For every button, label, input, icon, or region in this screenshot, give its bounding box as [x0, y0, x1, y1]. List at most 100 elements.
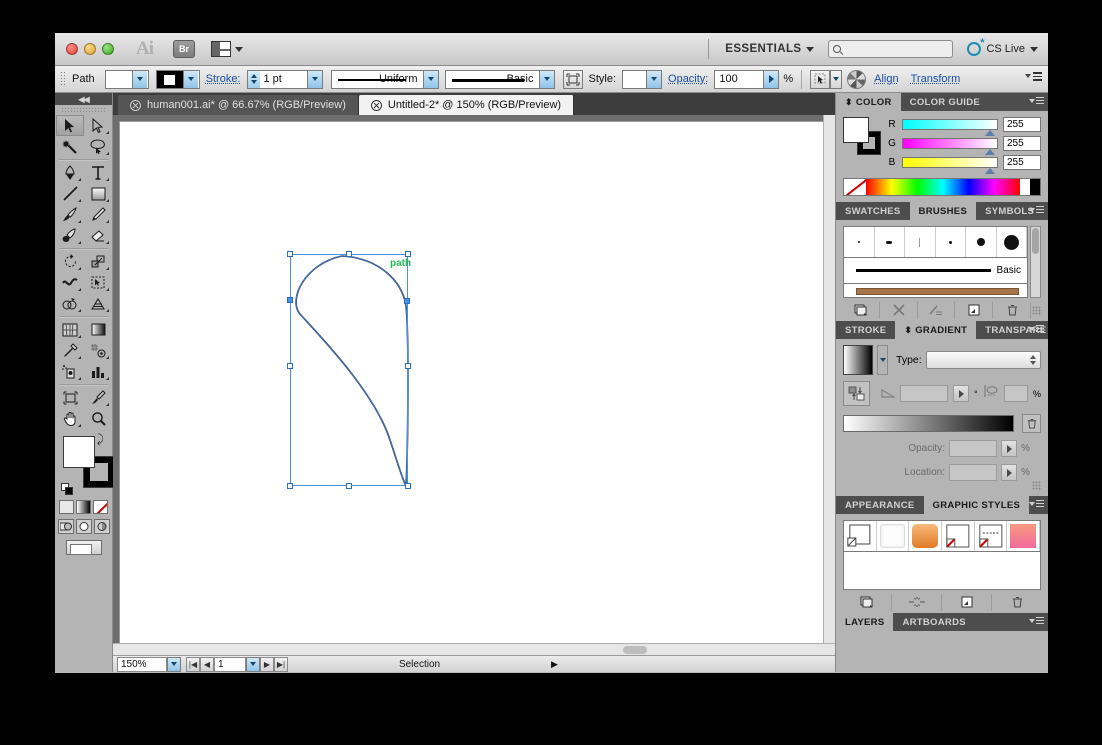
bbox-handle-mr[interactable]: [405, 363, 411, 369]
gradient-preview-swatch[interactable]: [843, 345, 873, 375]
brushes-scrollbar[interactable]: [1030, 226, 1041, 298]
tool-hand[interactable]: [56, 408, 84, 429]
white-swatch[interactable]: [1020, 179, 1030, 195]
tool-line-segment[interactable]: [56, 183, 84, 204]
tab-appearance[interactable]: APPEARANCE: [836, 496, 924, 514]
workspace-switcher[interactable]: ESSENTIALS: [708, 39, 815, 59]
tool-slice[interactable]: [84, 387, 112, 408]
brush-preset[interactable]: [966, 227, 997, 257]
zoom-level-field[interactable]: 150%: [117, 656, 167, 672]
color-panel-menu-button[interactable]: [1028, 97, 1044, 105]
width-profile-arrow[interactable]: [422, 70, 438, 88]
first-artboard-button[interactable]: |◀: [186, 656, 200, 672]
close-window-button[interactable]: [66, 43, 78, 55]
tool-magic-wand[interactable]: [56, 136, 84, 157]
anchor-point-left[interactable]: [287, 297, 293, 303]
green-slider[interactable]: [902, 138, 998, 155]
tool-selection[interactable]: [56, 115, 84, 136]
break-link-to-style-button[interactable]: [893, 593, 942, 611]
tool-lasso[interactable]: [84, 136, 112, 157]
bbox-handle-br[interactable]: [405, 483, 411, 489]
close-icon[interactable]: [130, 99, 141, 111]
new-brush-button[interactable]: [956, 301, 994, 319]
gradient-opacity-dropdown[interactable]: [1001, 440, 1017, 457]
vertical-scrollbar[interactable]: [823, 115, 835, 643]
artboard-dropdown[interactable]: [246, 656, 260, 672]
tool-blend[interactable]: [84, 340, 112, 361]
gradient-type-select[interactable]: [925, 351, 1041, 369]
close-icon[interactable]: [370, 99, 382, 111]
draw-inside-button[interactable]: [93, 519, 110, 534]
tools-panel-grip[interactable]: [61, 107, 106, 114]
tab-swatches[interactable]: SWATCHES: [836, 202, 910, 220]
tool-blob-brush[interactable]: [56, 225, 84, 246]
artboard-number-field[interactable]: 1: [214, 656, 246, 672]
tool-gradient[interactable]: [84, 319, 112, 340]
opacity-label[interactable]: Opacity:: [668, 73, 708, 85]
align-link[interactable]: Align: [874, 73, 898, 85]
fill-dropdown-arrow[interactable]: [131, 70, 147, 88]
graphic-style-item[interactable]: [909, 521, 943, 551]
tool-type[interactable]: [84, 162, 112, 183]
tool-pen[interactable]: [56, 162, 84, 183]
tool-rotate[interactable]: [56, 251, 84, 272]
zoom-level-dropdown[interactable]: [167, 656, 181, 672]
tool-zoom[interactable]: [84, 408, 112, 429]
gradient-location-dropdown[interactable]: [1001, 464, 1017, 481]
fill-color-picker[interactable]: [104, 69, 149, 89]
select-similar-objects-button[interactable]: [810, 69, 831, 89]
previous-artboard-button[interactable]: ◀: [200, 656, 214, 672]
brushes-panel-menu-button[interactable]: [1028, 206, 1044, 214]
tool-symbol-sprayer[interactable]: [56, 361, 84, 382]
bbox-handle-tc[interactable]: [346, 251, 352, 257]
color-button[interactable]: [59, 500, 74, 514]
tab-graphic-styles[interactable]: GRAPHIC STYLES: [923, 496, 1030, 514]
stroke-color-picker[interactable]: [155, 69, 200, 89]
stroke-dropdown-arrow[interactable]: [182, 70, 198, 88]
tool-rectangle[interactable]: [84, 183, 112, 204]
color-spectrum-bar[interactable]: [843, 178, 1041, 196]
black-swatch[interactable]: [1030, 179, 1040, 195]
gradient-panel-menu-button[interactable]: [1028, 325, 1044, 333]
panel-resize-grip[interactable]: [1032, 481, 1041, 490]
default-fill-stroke-icon[interactable]: [61, 483, 74, 496]
tool-artboard[interactable]: [56, 387, 84, 408]
brush-definition-arrow[interactable]: [538, 70, 554, 88]
tab-stroke[interactable]: STROKE: [836, 321, 896, 339]
select-similar-dropdown[interactable]: [830, 69, 843, 89]
document-tab-active[interactable]: Untitled-2* @ 150% (RGB/Preview): [358, 95, 575, 115]
blue-value[interactable]: 255: [1003, 155, 1041, 170]
isolate-selected-object-button[interactable]: [562, 69, 583, 89]
panel-resize-grip[interactable]: [1032, 305, 1041, 315]
color-fill-stroke-swatch[interactable]: [843, 117, 883, 155]
brush-options-button[interactable]: [919, 301, 956, 319]
tool-width[interactable]: [56, 272, 84, 293]
scrollbar-thumb[interactable]: [1032, 228, 1039, 254]
none-swatch[interactable]: [844, 179, 866, 195]
brush-definition-select[interactable]: Basic: [444, 69, 555, 89]
layers-panel-menu-button[interactable]: [1028, 617, 1044, 625]
tab-layers[interactable]: LAYERS: [836, 613, 894, 631]
gradient-opacity-field[interactable]: [949, 440, 997, 457]
control-bar-panel-menu[interactable]: [1025, 72, 1042, 81]
graphic-style-item[interactable]: [844, 521, 877, 551]
graphic-style-libraries-button[interactable]: [843, 593, 892, 611]
draw-behind-button[interactable]: [75, 519, 92, 534]
graphic-style-item[interactable]: [1007, 521, 1041, 551]
brush-art-preview[interactable]: [843, 284, 1028, 298]
tool-shape-builder[interactable]: [56, 293, 84, 314]
variable-width-profile-select[interactable]: Uniform: [330, 69, 439, 89]
brush-preset[interactable]: [905, 227, 936, 257]
tab-brushes[interactable]: BRUSHES: [909, 202, 977, 220]
minimize-window-button[interactable]: [84, 43, 96, 55]
graphic-styles-empty-area[interactable]: [843, 552, 1041, 590]
last-artboard-button[interactable]: ▶|: [274, 656, 288, 672]
gradient-aspect-field[interactable]: [1003, 385, 1028, 402]
blue-slider[interactable]: [902, 157, 998, 174]
red-value[interactable]: 255: [1003, 117, 1041, 132]
brush-preset[interactable]: [936, 227, 966, 257]
delete-graphic-style-button[interactable]: [993, 594, 1041, 611]
spectrum-gradient[interactable]: [866, 179, 1020, 195]
next-artboard-button[interactable]: ▶: [260, 656, 274, 672]
document-tab[interactable]: human001.ai* @ 66.67% (RGB/Preview): [118, 95, 359, 115]
